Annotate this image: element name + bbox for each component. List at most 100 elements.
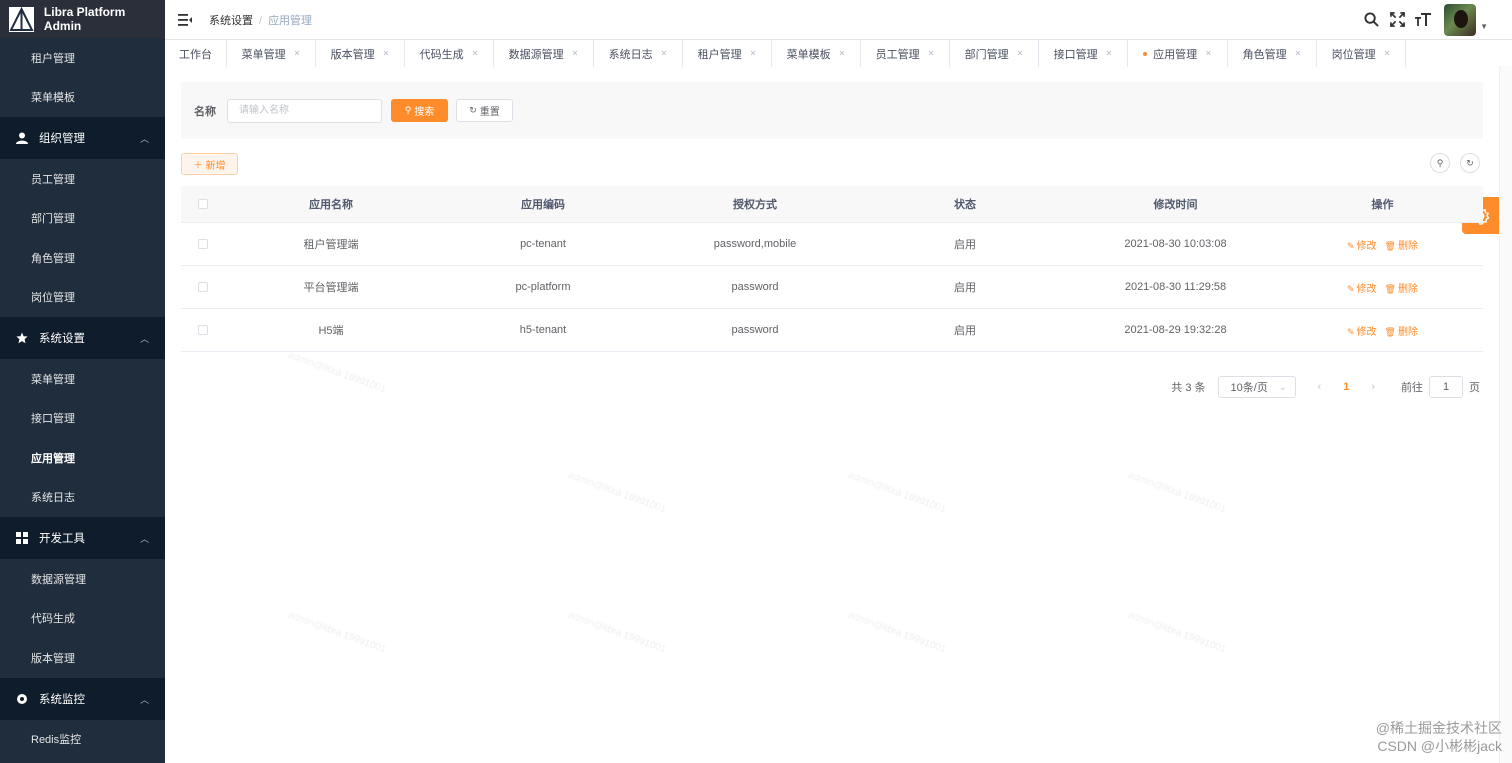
tab-item[interactable]: 员工管理 ✕: [861, 40, 950, 67]
sidebar-group[interactable]: 开发工具 ︿: [0, 517, 165, 559]
close-icon[interactable]: ✕: [294, 49, 301, 58]
breadcrumb: 系统设置 / 应用管理: [209, 12, 312, 28]
star-icon: [16, 332, 28, 344]
add-button[interactable]: ＋ 新增: [181, 153, 238, 175]
tab-label: 接口管理: [1053, 48, 1098, 61]
tab-label: 代码生成: [419, 48, 464, 61]
sidebar-item[interactable]: 菜单管理: [0, 359, 165, 399]
goto-page-input[interactable]: [1429, 376, 1463, 398]
chevron-up-icon: ︿: [139, 134, 149, 144]
column-header-status[interactable]: 状态: [861, 196, 1069, 212]
sidebar-group[interactable]: 系统监控 ︿: [0, 677, 165, 720]
top-header: 系统设置 / 应用管理 ▼: [165, 0, 1512, 39]
close-icon[interactable]: ✕: [1017, 49, 1024, 58]
refresh-table-button[interactable]: ↻: [1460, 153, 1480, 173]
page-size-select[interactable]: 10条/页 ⌄: [1217, 376, 1296, 398]
sidebar-item[interactable]: 版本管理: [0, 638, 165, 678]
tab-item[interactable]: 部门管理 ✕: [950, 40, 1039, 67]
search-button[interactable]: ⚲ 搜索: [391, 99, 448, 122]
tab-item[interactable]: 版本管理 ✕: [316, 40, 405, 67]
tab-item[interactable]: 代码生成 ✕: [405, 40, 494, 67]
delete-button[interactable]: 🗑 删除: [1385, 280, 1418, 295]
delete-label: 删除: [1397, 326, 1418, 338]
name-search-input[interactable]: [227, 98, 382, 123]
sidebar-group-label: 开发工具: [39, 533, 85, 545]
tab-item[interactable]: 应用管理 ✕: [1128, 40, 1228, 67]
close-icon[interactable]: ✕: [1106, 49, 1113, 58]
watermark-line-1: @稀土掘金技术社区: [1375, 720, 1502, 736]
sidebar-item[interactable]: 接口管理: [0, 398, 165, 438]
column-header-auth[interactable]: 授权方式: [649, 196, 861, 212]
row-checkbox[interactable]: [198, 282, 208, 292]
tab-item[interactable]: 系统日志 ✕: [594, 40, 683, 67]
prev-page-icon[interactable]: ‹: [1318, 381, 1322, 393]
close-icon[interactable]: ✕: [839, 49, 846, 58]
edit-label: 修改: [1356, 326, 1377, 338]
tab-item[interactable]: 工作台: [165, 40, 227, 67]
tab-label: 菜单管理: [241, 48, 286, 61]
tab-label: 版本管理: [330, 48, 375, 61]
sidebar-item[interactable]: 租户管理: [0, 38, 165, 78]
column-header-name[interactable]: 应用名称: [225, 196, 437, 212]
select-all-checkbox[interactable]: [198, 199, 208, 209]
sidebar-item[interactable]: 菜单模板: [0, 77, 165, 117]
tab-item[interactable]: 菜单管理 ✕: [227, 40, 316, 67]
sidebar-group[interactable]: 系统设置 ︿: [0, 317, 165, 359]
sidebar-item[interactable]: 数据源管理: [0, 559, 165, 599]
tab-label: 岗位管理: [1331, 48, 1376, 61]
close-icon[interactable]: ✕: [572, 49, 579, 58]
sidebar-menu: 租户管理 菜单模板 组织管理 ︿ 员工管理 部门管理 角色管理 岗位管理 系统设置 ︿ 菜单管理 接口…: [0, 38, 165, 759]
close-icon[interactable]: ✕: [928, 49, 935, 58]
next-page-icon[interactable]: ›: [1371, 381, 1375, 393]
edit-button[interactable]: ✎ 修改: [1347, 280, 1377, 295]
column-header-time[interactable]: 修改时间: [1069, 196, 1282, 212]
search-form: 名称 ⚲ 搜索 ↻ 重置: [181, 82, 1483, 139]
close-icon[interactable]: ✕: [1384, 49, 1391, 58]
column-header-code[interactable]: 应用编码: [437, 196, 649, 212]
app-logo-bar[interactable]: Libra Platform Admin: [0, 0, 165, 38]
sidebar-item[interactable]: 员工管理: [0, 159, 165, 199]
font-size-icon[interactable]: [1414, 11, 1432, 29]
auth-type-cell: password,mobile: [713, 238, 797, 250]
active-dot-icon: [1143, 51, 1148, 56]
search-icon[interactable]: [1362, 11, 1380, 29]
breadcrumb-item-parent[interactable]: 系统设置: [209, 15, 253, 27]
sidebar-group[interactable]: 组织管理 ︿: [0, 117, 165, 159]
sidebar-item[interactable]: 系统日志: [0, 477, 165, 517]
close-icon[interactable]: ✕: [472, 49, 479, 58]
close-icon[interactable]: ✕: [750, 49, 757, 58]
close-icon[interactable]: ✕: [1295, 49, 1302, 58]
goto-prefix: 前往: [1401, 382, 1423, 394]
close-icon[interactable]: ✕: [1205, 49, 1212, 58]
tab-item[interactable]: 菜单模板 ✕: [772, 40, 861, 67]
monitor-icon: [16, 693, 28, 705]
sidebar-item[interactable]: 代码生成: [0, 598, 165, 638]
close-icon[interactable]: ✕: [661, 49, 668, 58]
page-number[interactable]: 1: [1343, 381, 1349, 393]
tab-item[interactable]: 接口管理 ✕: [1039, 40, 1128, 67]
caret-down-icon[interactable]: ▼: [1480, 22, 1488, 31]
tab-item[interactable]: 租户管理 ✕: [683, 40, 772, 67]
sidebar-item[interactable]: 角色管理: [0, 238, 165, 278]
edit-button[interactable]: ✎ 修改: [1347, 323, 1377, 338]
toggle-search-button[interactable]: ⚲: [1430, 153, 1450, 173]
edit-button[interactable]: ✎ 修改: [1347, 237, 1377, 252]
tab-item[interactable]: 角色管理 ✕: [1228, 40, 1317, 67]
row-checkbox[interactable]: [198, 325, 208, 335]
user-avatar[interactable]: [1444, 3, 1477, 36]
fullscreen-icon[interactable]: [1388, 11, 1406, 29]
tab-item[interactable]: 数据源管理 ✕: [494, 40, 594, 67]
scrollbar-track[interactable]: [1499, 66, 1512, 763]
close-icon[interactable]: ✕: [383, 49, 390, 58]
row-checkbox[interactable]: [198, 239, 208, 249]
header-actions: ▼: [1362, 0, 1512, 39]
sidebar-item[interactable]: 应用管理: [0, 438, 165, 478]
reset-button[interactable]: ↻ 重置: [456, 99, 513, 122]
delete-button[interactable]: 🗑 删除: [1385, 237, 1418, 252]
tab-item[interactable]: 岗位管理 ✕: [1317, 40, 1406, 67]
sidebar-item[interactable]: 部门管理: [0, 198, 165, 238]
delete-button[interactable]: 🗑 删除: [1385, 323, 1418, 338]
sidebar-item[interactable]: 岗位管理: [0, 277, 165, 317]
hamburger-icon[interactable]: [178, 13, 192, 26]
sidebar-item[interactable]: Redis监控: [0, 719, 165, 759]
